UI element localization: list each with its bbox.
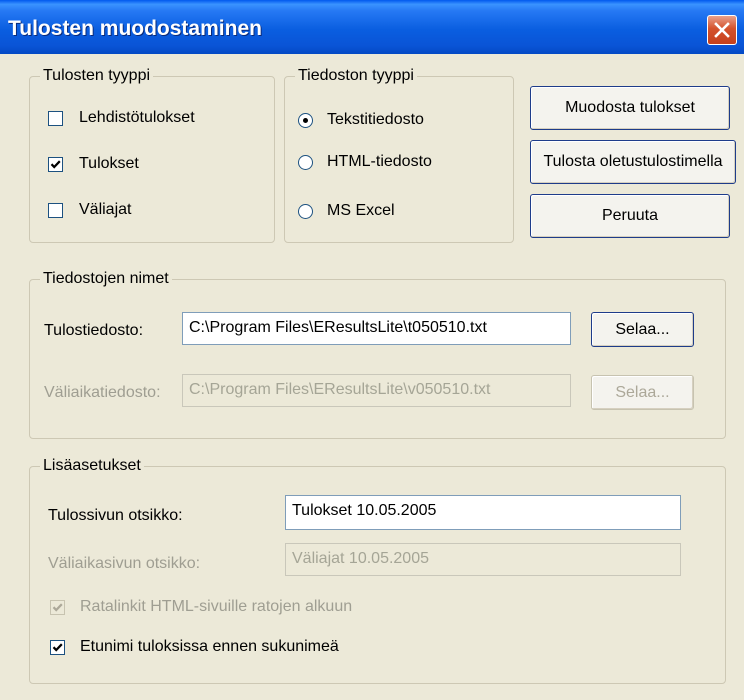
splits-file-input[interactable]: C:\Program Files\EResultsLite\v050510.tx…: [182, 374, 571, 407]
first-name-checkbox[interactable]: [50, 640, 65, 655]
results-title-label: Tulossivun otsikko:: [48, 507, 183, 524]
extra-settings-legend: Lisäasetukset: [40, 456, 144, 476]
title-bar[interactable]: Tulosten muodostaminen: [0, 0, 744, 54]
first-name-label: Etunimi tuloksissa ennen sukunimeä: [80, 638, 339, 655]
text-file-radio[interactable]: [298, 113, 313, 128]
excel-label: MS Excel: [327, 202, 395, 219]
splits-title-label: Väliaikasivun otsikko:: [48, 555, 201, 572]
course-links-checkbox[interactable]: [50, 600, 65, 615]
splits-browse-button[interactable]: Selaa...: [591, 375, 694, 410]
results-file-input[interactable]: C:\Program Files\EResultsLite\t050510.tx…: [182, 312, 571, 345]
result-type-group: Tulosten tyyppi: [29, 66, 275, 243]
print-default-button[interactable]: Tulosta oletustulostimella: [530, 140, 736, 184]
results-browse-button[interactable]: Selaa...: [591, 312, 694, 347]
close-button[interactable]: [707, 15, 737, 45]
check-icon: [52, 643, 63, 652]
results-label: Tulokset: [79, 155, 139, 172]
file-names-group: Tiedostojen nimet: [29, 269, 726, 439]
html-file-radio[interactable]: [298, 155, 313, 170]
splits-file-label: Väliaikatiedosto:: [44, 384, 161, 401]
results-checkbox[interactable]: [48, 157, 63, 172]
file-names-legend: Tiedostojen nimet: [40, 269, 172, 289]
excel-radio[interactable]: [298, 204, 313, 219]
check-icon: [52, 603, 63, 612]
results-file-label: Tulostiedosto:: [44, 322, 144, 339]
results-title-input[interactable]: Tulokset 10.05.2005: [285, 495, 681, 530]
generate-results-button[interactable]: Muodosta tulokset: [530, 86, 730, 130]
file-type-legend: Tiedoston tyyppi: [295, 66, 417, 86]
split-times-checkbox[interactable]: [48, 203, 63, 218]
result-type-legend: Tulosten tyyppi: [40, 66, 154, 86]
press-results-checkbox[interactable]: [48, 111, 63, 126]
press-results-label: Lehdistötulokset: [79, 109, 195, 126]
close-icon: [714, 22, 730, 38]
course-links-label: Ratalinkit HTML-sivuille ratojen alkuun: [80, 598, 353, 615]
split-times-label: Väliajat: [79, 201, 132, 218]
window-title: Tulosten muodostaminen: [8, 17, 262, 40]
text-file-label: Tekstitiedosto: [327, 111, 424, 128]
radio-selected-dot: [303, 118, 308, 123]
dialog-body: Tulosten tyyppi Lehdistötulokset Tulokse…: [0, 54, 744, 700]
cancel-button[interactable]: Peruuta: [530, 194, 730, 238]
check-icon: [50, 160, 61, 169]
splits-title-input[interactable]: Väliajat 10.05.2005: [285, 543, 681, 576]
html-file-label: HTML-tiedosto: [327, 153, 432, 170]
